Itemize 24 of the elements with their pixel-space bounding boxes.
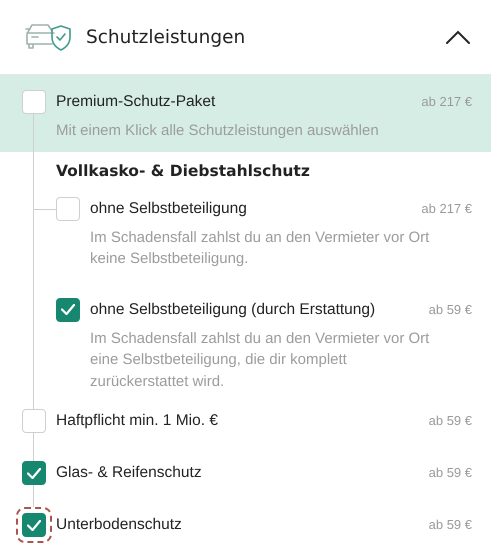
check-icon [61, 304, 75, 315]
option-label: ohne Selbstbeteiligung [90, 198, 248, 218]
option-description: Mit einem Klick alle Schutzleistungen auswählen [56, 121, 380, 141]
price-label: ab 59 € [428, 300, 472, 318]
option-label: Glas- & Reifenschutz [56, 463, 203, 483]
price-label: ab 59 € [428, 412, 472, 430]
checkbox[interactable] [22, 461, 46, 485]
price-label: ab 217 € [420, 200, 472, 218]
check-icon [27, 520, 41, 530]
section-title: Schutzleistungen [86, 26, 246, 48]
option-label: Premium-Schutz-Paket [56, 92, 216, 112]
price-label: ab 59 € [428, 464, 472, 482]
checkbox[interactable] [22, 513, 46, 537]
price-label: ab 217 € [420, 93, 472, 111]
group-heading: Vollkasko- & Diebstahlschutz [55, 160, 311, 182]
check-icon [27, 468, 41, 478]
option-label: Haftpflicht min. 1 Mio. € [56, 411, 219, 431]
option-description: Im Schadensfall zahlst du an den Vermieter vor Ort eine Selbstbeteiligung, die dir komplett zurückerstattet wird. [90, 328, 430, 392]
option-label: Unterbodenschutz [56, 515, 183, 535]
checkbox[interactable] [56, 298, 80, 322]
option-label: ohne Selbstbeteiligung (durch Erstattung) [90, 300, 376, 320]
option-description: Im Schadensfall zahlst du an den Vermieter vor Ort keine Selbstbeteiligung. [90, 228, 430, 269]
price-label: ab 59 € [428, 516, 472, 534]
collapse-chevron-icon[interactable] [445, 29, 471, 45]
